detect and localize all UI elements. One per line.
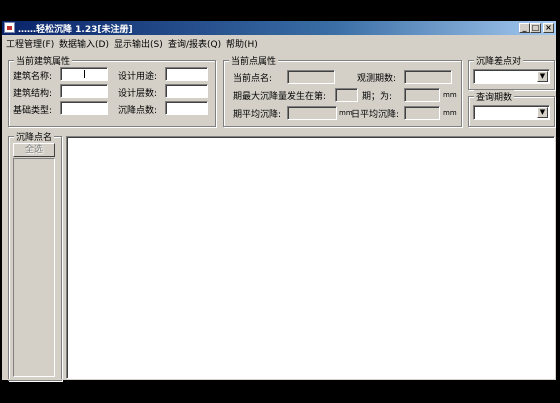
dropdown-arrow-icon[interactable]: ▼ [537, 71, 548, 82]
obs-count-label: 观测期数: [357, 74, 397, 84]
query-period-group: 查询期数 ▼ [468, 90, 555, 127]
unit-mm-3: mm [443, 109, 457, 117]
building-props-group: 当前建筑属性 建筑名称: 设计用途: 建筑结构: 设计层数: 基础类型: 沉降点… [8, 54, 216, 127]
menu-data-input[interactable]: 数据输入(D) [59, 37, 109, 50]
menu-help[interactable]: 帮助(H) [226, 37, 258, 50]
text-caret [84, 70, 85, 78]
obs-count-field [404, 70, 452, 84]
period-avg-label: 期平均沉降: [233, 110, 282, 120]
settle-diff-select[interactable]: ▼ [473, 69, 550, 84]
settle-diff-group: 沉降差点对 ▼ [468, 54, 555, 90]
menu-bar: 工程管理(F) 数据输入(D) 显示输出(S) 查询/报表(Q) 帮助(H) [2, 35, 556, 50]
settlement-points-field[interactable] [165, 101, 208, 115]
maximize-button[interactable]: □ [530, 23, 541, 33]
foundation-type-field[interactable] [60, 101, 108, 115]
menu-display-output[interactable]: 显示输出(S) [114, 37, 163, 50]
max-settle-at-label: 期最大沉降量发生在第: [233, 92, 327, 102]
building-structure-field[interactable] [60, 84, 108, 98]
period-avg-field [287, 106, 337, 120]
max-settle-period-field [335, 88, 358, 102]
bottom-edge [2, 379, 556, 380]
minimize-button[interactable]: _ [519, 23, 530, 33]
app-icon[interactable] [4, 22, 15, 33]
period-is-label: 期；为: [362, 92, 393, 102]
current-point-field [287, 70, 335, 84]
query-period-select[interactable]: ▼ [473, 105, 550, 120]
dropdown-arrow-icon[interactable]: ▼ [537, 107, 548, 118]
point-props-group: 当前点属性 当前点名: 观测期数: 期最大沉降量发生在第: 期；为: mm 期平… [223, 54, 462, 127]
daily-avg-field [404, 106, 440, 120]
daily-avg-label: 日平均沉降: [351, 110, 400, 120]
design-floors-field[interactable] [165, 84, 208, 98]
design-usage-field[interactable] [165, 67, 208, 81]
menu-query-report[interactable]: 查询/报表(Q) [168, 37, 221, 50]
select-all-button[interactable]: 全选 [13, 143, 55, 157]
unit-mm-1: mm [443, 91, 457, 99]
max-settle-value-field [404, 88, 440, 102]
query-period-title: 查询期数 [474, 90, 515, 103]
menu-project[interactable]: 工程管理(F) [6, 37, 54, 50]
foundation-type-label: 基础类型: [13, 106, 53, 116]
building-structure-label: 建筑结构: [13, 89, 53, 99]
point-props-title: 当前点属性 [229, 54, 279, 67]
design-floors-label: 设计层数: [118, 89, 158, 99]
main-window: ……轻松沉降 1.23[未注册] _ □ × 工程管理(F) 数据输入(D) 显… [2, 21, 556, 381]
building-name-field[interactable] [60, 67, 108, 81]
window-title: ……轻松沉降 1.23[未注册] [18, 25, 133, 35]
current-point-label: 当前点名: [233, 74, 273, 84]
design-usage-label: 设计用途: [118, 72, 158, 82]
title-bar[interactable]: ……轻松沉降 1.23[未注册] _ □ × [2, 21, 556, 35]
settle-diff-title: 沉降差点对 [474, 54, 524, 67]
close-button[interactable]: × [543, 23, 554, 33]
building-name-label: 建筑名称: [13, 72, 53, 82]
building-props-title: 当前建筑属性 [14, 54, 73, 67]
point-list-title: 沉降点名 [14, 130, 55, 143]
point-listbox[interactable] [13, 158, 55, 377]
settlement-points-label: 沉降点数: [118, 106, 158, 116]
plot-area[interactable] [66, 136, 555, 379]
